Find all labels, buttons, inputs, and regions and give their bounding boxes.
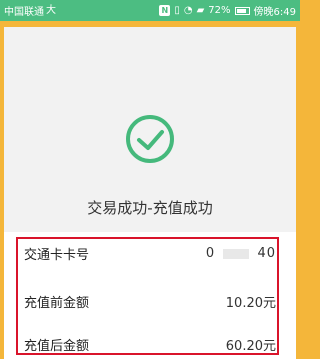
status-right-group: N ▯ ◔ ▰ 72% 傍晚6:49: [159, 3, 296, 18]
status-time: 傍晚6:49: [253, 7, 296, 18]
battery-percent: 72%: [208, 5, 231, 16]
carrier-name: 中国联通: [4, 7, 44, 18]
success-hero: 交易成功-充值成功: [4, 64, 296, 217]
battery-icon: [234, 6, 250, 15]
nfc-icon: N: [159, 5, 171, 16]
highlight-box: [16, 237, 279, 355]
vibrate-icon: ▯: [174, 4, 180, 16]
success-title: 交易成功-充值成功: [87, 199, 213, 217]
status-bar: 中国联通 大 N ▯ ◔ ▰ 72% 傍晚6:49: [0, 0, 300, 21]
check-circle-icon: [126, 115, 174, 163]
carrier-extra-icon: 大: [46, 4, 56, 16]
wifi-icon: ◔: [183, 4, 193, 16]
signal-icon: ▰: [196, 4, 205, 16]
